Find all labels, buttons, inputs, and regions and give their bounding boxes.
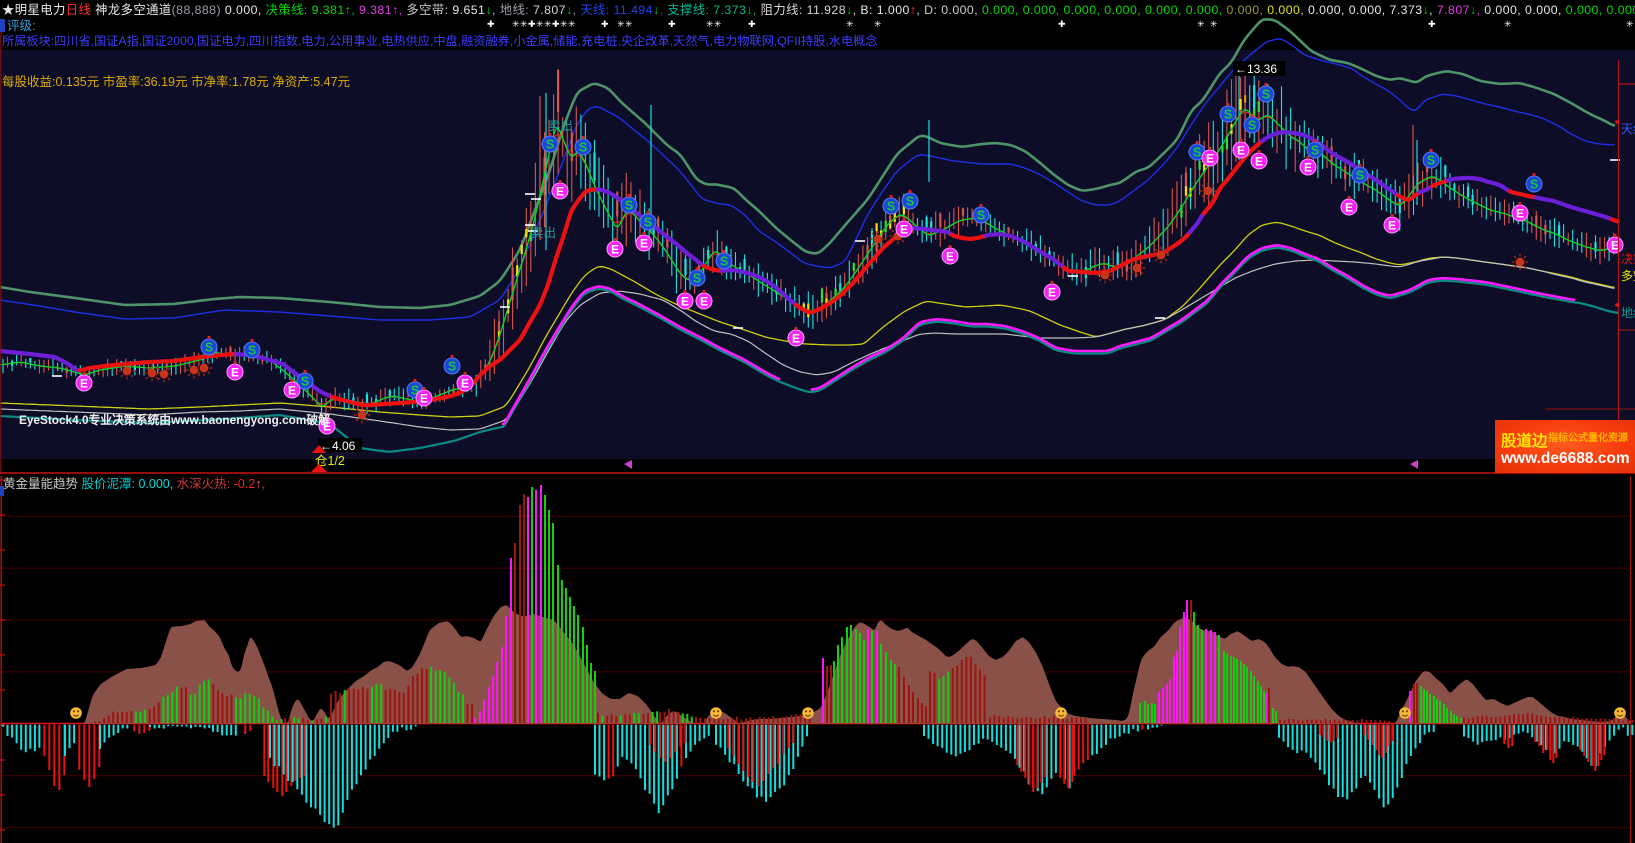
svg-text:✚: ✚ [528,19,536,29]
svg-text:多空: 多空 [1621,269,1635,283]
svg-text:E: E [640,237,648,251]
svg-text:E: E [700,295,708,309]
svg-text:E: E [946,250,954,264]
svg-text:S: S [1530,178,1538,192]
svg-text:✳: ✳ [536,19,544,29]
svg-text:每股收益:0.135元 市盈率:36.19元 市净率:1.7: 每股收益:0.135元 市盈率:36.19元 市净率:1.78元 净资产:5.4… [2,74,350,89]
svg-text:E: E [1255,155,1263,169]
svg-text:★明星电力日线 神龙多空通道(88,888) 0.000,: ★明星电力日线 神龙多空通道(88,888) 0.000, 决策线: 9.381… [2,2,1635,17]
svg-text:www.de6688.com: www.de6688.com [1500,450,1630,467]
svg-text:S: S [1224,108,1232,122]
svg-text:评级:: 评级: [7,19,35,33]
svg-text:卖出: 卖出 [531,226,556,240]
svg-text:✳: ✳ [568,19,576,29]
svg-text:股道边: 股道边 [1501,431,1548,450]
svg-text:卖出: 卖出 [548,119,573,133]
svg-text:✚: ✚ [552,19,560,29]
svg-text:黄金量能趋势 股价泥潭: 0.000, 水深火热: -0.2: 黄金量能趋势 股价泥潭: 0.000, 水深火热: -0.2↑, [3,476,265,491]
svg-text:✳: ✳ [1197,19,1205,29]
svg-text:S: S [1193,146,1201,160]
svg-text:←13.36: ←13.36 [1235,62,1277,76]
svg-text:S: S [625,199,633,213]
svg-text:E: E [1516,207,1524,221]
svg-text:S: S [248,344,256,358]
svg-text:E: E [1611,239,1619,253]
svg-text:E: E [900,223,908,237]
svg-text:E: E [792,332,800,346]
svg-text:✳: ✳ [625,19,633,29]
svg-text:EyeStock4.0专业决策系统由www.baonengy: EyeStock4.0专业决策系统由www.baonengyong.com破解 [19,413,330,427]
svg-text:E: E [288,384,296,398]
svg-text:✳: ✳ [1504,19,1512,29]
svg-text:S: S [579,141,587,155]
svg-text:✳: ✳ [874,19,882,29]
svg-text:S: S [1248,119,1256,133]
svg-text:✳: ✳ [1210,19,1218,29]
svg-text:指标公式量化资源: 指标公式量化资源 [1548,431,1628,444]
svg-text:E: E [1345,201,1353,215]
svg-text:E: E [1237,144,1245,158]
svg-text:S: S [205,341,213,355]
svg-text:S: S [301,375,309,389]
svg-text:✚: ✚ [601,19,609,29]
svg-text:✚: ✚ [1428,19,1436,29]
svg-text:决策: 决策 [1621,252,1635,266]
svg-text:←4.06: ←4.06 [320,439,356,453]
svg-text:✳: ✳ [512,19,520,29]
svg-text:E: E [1206,152,1214,166]
svg-text:✳: ✳ [1626,19,1634,29]
svg-text:E: E [461,377,469,391]
svg-text:✚: ✚ [748,19,756,29]
svg-text:地线: 地线 [1621,306,1635,320]
svg-text:S: S [546,138,554,152]
svg-text:E: E [681,295,689,309]
svg-text:✳: ✳ [846,19,854,29]
svg-text:E: E [611,243,619,257]
svg-text:E: E [1388,219,1396,233]
svg-text:S: S [1356,169,1364,183]
svg-text:E: E [556,185,564,199]
svg-text:✳: ✳ [544,19,552,29]
svg-text:✚: ✚ [668,19,676,29]
svg-text:S: S [887,200,895,214]
svg-text:天线: 天线 [1621,122,1635,136]
svg-text:S: S [693,272,701,286]
svg-text:所属板块:四川省,国证A指,国证2000,国证电力,四川指数: 所属板块:四川省,国证A指,国证2000,国证电力,四川指数,电力,公用事业,电… [2,33,878,48]
svg-text:✳: ✳ [714,19,722,29]
svg-text:✳: ✳ [706,19,714,29]
svg-text:E: E [420,392,428,406]
svg-text:E: E [1048,286,1056,300]
svg-text:S: S [1262,88,1270,102]
svg-text:✳: ✳ [617,19,625,29]
svg-text:S: S [1427,154,1435,168]
svg-text:S: S [644,216,652,230]
svg-text:S: S [906,195,914,209]
svg-text:S: S [448,360,456,374]
svg-text:S: S [977,209,985,223]
svg-text:E: E [1304,161,1312,175]
svg-text:✳: ✳ [560,19,568,29]
svg-text:E: E [231,366,239,380]
svg-text:✳: ✳ [520,19,528,29]
svg-text:S: S [720,255,728,269]
svg-text:S: S [1311,144,1319,158]
svg-text:✚: ✚ [487,19,495,29]
svg-text:E: E [80,377,88,391]
svg-text:✚: ✚ [1058,19,1066,29]
